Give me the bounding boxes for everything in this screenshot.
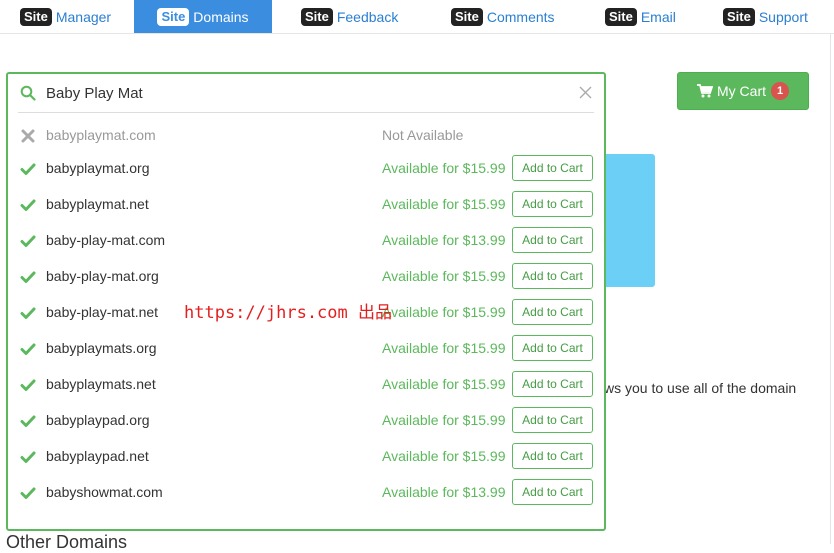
availability-status: Available for $15.99 — [382, 448, 506, 464]
check-icon — [20, 343, 36, 355]
availability-status: Available for $15.99 — [382, 304, 506, 320]
check-icon — [20, 271, 36, 283]
check-icon — [20, 307, 36, 319]
site-badge: Site — [301, 7, 333, 26]
domain-name: baby-play-mat.net — [46, 304, 159, 320]
domain-name: babyplaymat.com — [46, 127, 156, 143]
add-to-cart-button[interactable]: Add to Cart — [512, 191, 593, 217]
domain-search-input[interactable] — [46, 82, 566, 104]
list-item: babyplaymat.com Not Available — [18, 118, 594, 154]
availability-status: Available for $15.99 — [382, 376, 506, 392]
cart-count-badge: 1 — [771, 82, 789, 100]
nav-feedback[interactable]: Site Feedback — [281, 0, 418, 33]
list-item: babyplaymat.net Available for $15.99 Add… — [18, 187, 594, 223]
check-icon — [20, 379, 36, 391]
top-nav: Site Manager Site Domains Site Feedback … — [0, 0, 834, 34]
availability-status: Available for $13.99 — [382, 232, 506, 248]
list-item: babyplaypad.net Available for $15.99 Add… — [18, 439, 594, 475]
availability-status: Available for $15.99 — [382, 340, 506, 356]
add-to-cart-button[interactable]: Add to Cart — [512, 155, 593, 181]
watermark-text: https://jhrs.com 出品 — [184, 303, 392, 323]
check-icon — [20, 163, 36, 175]
domain-name: babyplaypad.org — [46, 412, 150, 428]
add-to-cart-button[interactable]: Add to Cart — [512, 443, 593, 469]
list-item: baby-play-mat.org Available for $15.99 A… — [18, 259, 594, 295]
check-icon — [20, 199, 36, 211]
search-icon — [20, 85, 36, 101]
list-item: babyplaymats.org Available for $15.99 Ad… — [18, 331, 594, 367]
x-icon — [21, 129, 35, 143]
availability-status: Available for $15.99 — [382, 268, 506, 284]
domain-name: babyshowmat.com — [46, 484, 163, 500]
domain-name: babyplaymats.net — [46, 376, 156, 392]
add-to-cart-button[interactable]: Add to Cart — [512, 371, 593, 397]
domain-name: baby-play-mat.org — [46, 268, 159, 284]
background-text: ws you to use all of the domain — [604, 380, 797, 396]
other-domains-heading: Other Domains — [6, 532, 128, 552]
availability-status: Available for $13.99 — [382, 484, 506, 500]
check-icon — [20, 487, 36, 499]
check-icon — [20, 415, 36, 427]
domain-name: babyplaymat.net — [46, 196, 149, 212]
site-badge: Site — [20, 7, 52, 26]
nav-domains[interactable]: Site Domains — [134, 0, 272, 33]
list-item: babyplaymat.org Available for $15.99 Add… — [18, 151, 594, 187]
nav-label: Feedback — [336, 8, 399, 25]
domain-name: babyplaymat.org — [46, 160, 150, 176]
nav-label: Support — [758, 8, 808, 25]
availability-status: Available for $15.99 — [382, 160, 506, 176]
search-bar — [18, 74, 594, 113]
nav-comments[interactable]: Site Comments — [431, 0, 575, 33]
content-divider — [830, 33, 831, 544]
site-badge: Site — [605, 7, 637, 26]
check-icon — [20, 235, 36, 247]
cart-label: My Cart — [717, 83, 766, 99]
domain-name: babyplaymats.org — [46, 340, 157, 356]
site-badge: Site — [157, 7, 190, 26]
availability-status: Available for $15.99 — [382, 412, 506, 428]
check-icon — [20, 451, 36, 463]
my-cart-button[interactable]: My Cart 1 — [677, 72, 809, 110]
nav-support[interactable]: Site Support — [703, 0, 828, 33]
nav-label: Comments — [486, 8, 555, 25]
close-icon[interactable] — [579, 86, 592, 99]
list-item: baby-play-mat.com Available for $13.99 A… — [18, 223, 594, 259]
list-item: babyplaypad.org Available for $15.99 Add… — [18, 403, 594, 439]
add-to-cart-button[interactable]: Add to Cart — [512, 227, 593, 253]
availability-status: Not Available — [382, 127, 464, 143]
add-to-cart-button[interactable]: Add to Cart — [512, 407, 593, 433]
availability-status: Available for $15.99 — [382, 196, 506, 212]
domain-name: baby-play-mat.com — [46, 232, 166, 248]
domain-name: babyplaypad.net — [46, 448, 149, 464]
site-badge: Site — [723, 7, 755, 26]
list-item: babyplaymats.net Available for $15.99 Ad… — [18, 367, 594, 403]
add-to-cart-button[interactable]: Add to Cart — [512, 299, 593, 325]
site-badge: Site — [451, 7, 483, 26]
nav-manager[interactable]: Site Manager — [0, 0, 131, 33]
add-to-cart-button[interactable]: Add to Cart — [512, 335, 593, 361]
add-to-cart-button[interactable]: Add to Cart — [512, 479, 593, 505]
nav-label: Email — [640, 8, 676, 25]
nav-label: Manager — [55, 8, 112, 25]
shopping-cart-icon — [697, 84, 713, 98]
add-to-cart-button[interactable]: Add to Cart — [512, 263, 593, 289]
nav-email[interactable]: Site Email — [585, 0, 696, 33]
nav-label: Domains — [193, 8, 249, 25]
list-item: babyshowmat.com Available for $13.99 Add… — [18, 475, 594, 511]
